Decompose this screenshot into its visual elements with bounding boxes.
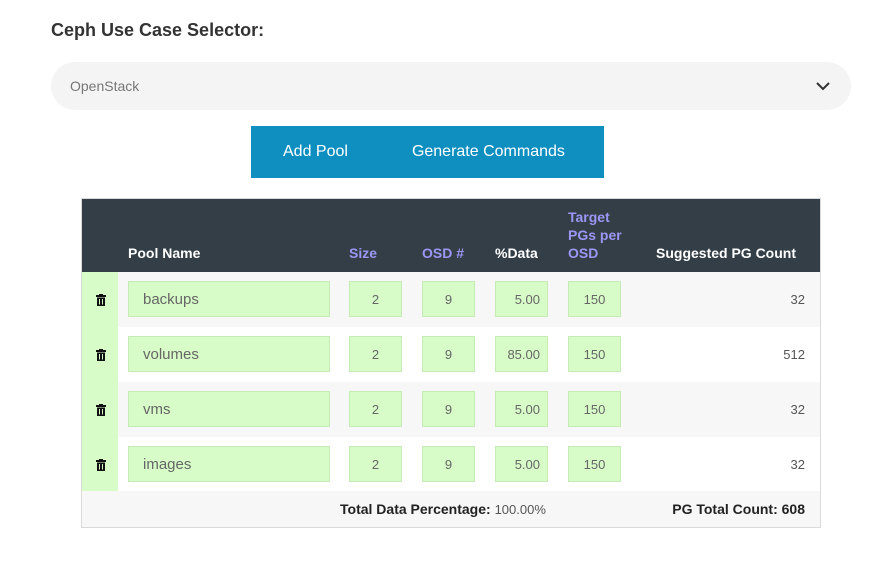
osd-input[interactable]: [422, 391, 475, 427]
target-pgs-input[interactable]: [568, 391, 621, 427]
table-header: Pool Name Size OSD # %Data Target PGs pe…: [82, 199, 820, 272]
table-row: 32: [82, 382, 820, 437]
total-data-label: Total Data Percentage:: [340, 501, 491, 517]
data-percent-input[interactable]: [495, 446, 548, 482]
use-case-select[interactable]: OpenStack: [51, 62, 851, 110]
target-pgs-input[interactable]: [568, 446, 621, 482]
page-title: Ceph Use Case Selector:: [51, 20, 265, 40]
data-percent-input[interactable]: [495, 281, 548, 317]
use-case-select-value: OpenStack: [70, 78, 140, 94]
header-data-percent: %Data: [495, 245, 538, 261]
pools-table: Pool Name Size OSD # %Data Target PGs pe…: [81, 198, 821, 528]
size-input[interactable]: [349, 391, 402, 427]
header-target-pgs: Target PGs per OSD: [568, 208, 622, 262]
size-input[interactable]: [349, 446, 402, 482]
pg-total-count: PG Total Count: 608: [672, 501, 805, 517]
header-target-line-3: OSD: [568, 245, 599, 261]
total-data-percentage: Total Data Percentage: 100.00%: [340, 501, 546, 517]
osd-input[interactable]: [422, 446, 475, 482]
total-data-value: 100.00%: [494, 502, 546, 517]
pool-name-input[interactable]: [128, 336, 330, 372]
suggested-pg-count: 32: [790, 457, 805, 472]
header-size: Size: [349, 245, 378, 261]
delete-cell: [82, 327, 118, 382]
header-suggested-pg: Suggested PG Count: [656, 245, 796, 261]
suggested-pg-count: 32: [790, 292, 805, 307]
pool-name-input[interactable]: [128, 281, 330, 317]
target-pgs-input[interactable]: [568, 336, 621, 372]
trash-icon[interactable]: [96, 404, 106, 416]
pool-name-input[interactable]: [128, 391, 330, 427]
data-percent-input[interactable]: [495, 336, 548, 372]
delete-cell: [82, 272, 118, 327]
pool-name-input[interactable]: [128, 446, 330, 482]
header-target-line-1: Target: [568, 209, 610, 225]
osd-input[interactable]: [422, 336, 475, 372]
add-pool-button[interactable]: Add Pool: [283, 143, 348, 161]
header-pool-name: Pool Name: [128, 245, 201, 261]
table-row: 32: [82, 272, 820, 327]
data-percent-input[interactable]: [495, 391, 548, 427]
table-row: 32: [82, 437, 820, 492]
header-osd: OSD #: [422, 245, 465, 261]
suggested-pg-count: 512: [783, 347, 805, 362]
action-button-bar: Add Pool Generate Commands: [251, 126, 604, 178]
delete-cell: [82, 382, 118, 437]
generate-commands-button[interactable]: Generate Commands: [412, 143, 565, 161]
trash-icon[interactable]: [96, 294, 106, 306]
suggested-pg-count: 32: [790, 402, 805, 417]
trash-icon[interactable]: [96, 459, 106, 471]
size-input[interactable]: [349, 336, 402, 372]
table-row: 512: [82, 327, 820, 382]
osd-input[interactable]: [422, 281, 475, 317]
target-pgs-input[interactable]: [568, 281, 621, 317]
chevron-down-icon: [816, 82, 830, 91]
header-target-line-2: PGs per: [568, 227, 622, 243]
trash-icon[interactable]: [96, 349, 106, 361]
table-footer: Total Data Percentage: 100.00% PG Total …: [82, 491, 820, 527]
delete-cell: [82, 437, 118, 492]
size-input[interactable]: [349, 281, 402, 317]
